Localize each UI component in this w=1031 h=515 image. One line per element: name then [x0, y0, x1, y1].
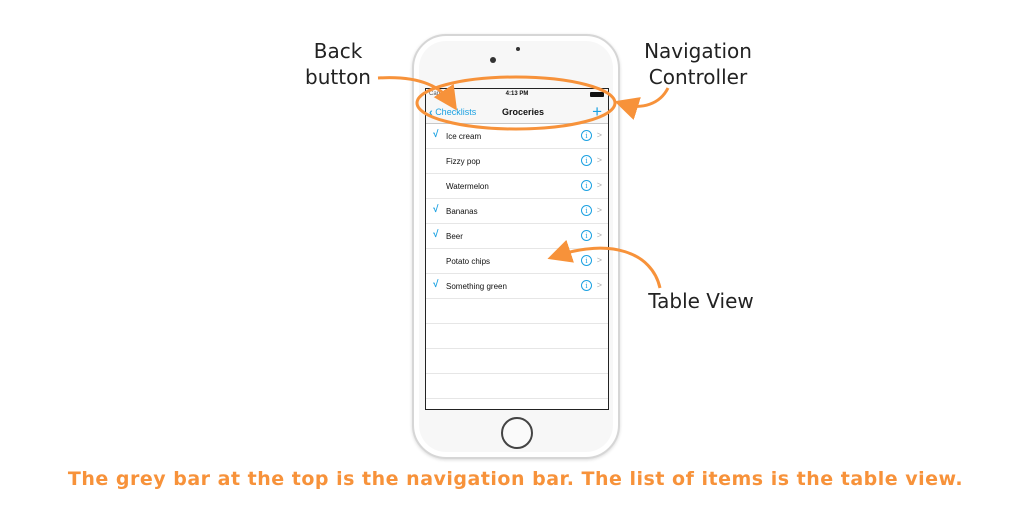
chevron-right-icon: >: [596, 255, 602, 265]
info-icon[interactable]: i: [581, 155, 592, 166]
checkmark-icon: √: [433, 129, 439, 140]
front-camera: [490, 57, 496, 63]
phone-screen: Carrier 4:13 PM ‹ Checklists Groceries +…: [425, 88, 609, 410]
info-icon[interactable]: i: [581, 180, 592, 191]
status-bar: Carrier 4:13 PM: [426, 89, 608, 101]
item-label: Watermelon: [446, 182, 489, 191]
item-label: Something green: [446, 282, 507, 291]
info-icon[interactable]: i: [581, 230, 592, 241]
chevron-right-icon: >: [596, 280, 602, 290]
table-row[interactable]: √ Ice cream i >: [426, 124, 608, 149]
nav-title: Groceries: [501, 107, 545, 117]
info-icon[interactable]: i: [581, 205, 592, 216]
table-row[interactable]: Potato chips i >: [426, 249, 608, 274]
navigation-bar: ‹ Checklists Groceries +: [426, 101, 608, 124]
empty-table-row: [426, 324, 608, 349]
table-row[interactable]: Fizzy pop i >: [426, 149, 608, 174]
empty-table-row: [426, 374, 608, 399]
table-row[interactable]: √ Something green i >: [426, 274, 608, 299]
empty-table-row: [426, 399, 608, 409]
checkmark-icon: √: [433, 229, 439, 240]
item-label: Fizzy pop: [446, 157, 481, 166]
back-button-callout: Back button: [305, 39, 371, 89]
navigation-controller-arrow: [614, 87, 670, 120]
camera-dot: [516, 47, 520, 51]
iphone-device: Carrier 4:13 PM ‹ Checklists Groceries +…: [412, 34, 620, 459]
table-view: √ Ice cream i > Fizzy pop i > Watermelon i > √ Bana…: [426, 124, 608, 409]
table-row[interactable]: √ Beer i >: [426, 224, 608, 249]
chevron-right-icon: >: [596, 155, 602, 165]
chevron-right-icon: >: [596, 130, 602, 140]
item-label: Potato chips: [446, 257, 491, 266]
item-label: Beer: [446, 232, 463, 241]
home-button[interactable]: [501, 417, 533, 449]
chevron-right-icon: >: [596, 205, 602, 215]
item-label: Bananas: [446, 207, 478, 216]
table-row[interactable]: √ Bananas i >: [426, 199, 608, 224]
chevron-right-icon: >: [596, 230, 602, 240]
empty-table-row: [426, 299, 608, 324]
info-icon[interactable]: i: [581, 280, 592, 291]
status-time: 4:13 PM: [505, 91, 529, 97]
table-view-callout: Table View: [648, 289, 754, 313]
plus-icon[interactable]: +: [592, 102, 602, 122]
navigation-controller-callout: Navigation Controller: [644, 39, 752, 89]
checkmark-icon: √: [433, 279, 439, 290]
info-icon[interactable]: i: [581, 255, 592, 266]
table-row[interactable]: Watermelon i >: [426, 174, 608, 199]
checkmark-icon: √: [433, 204, 439, 215]
caption: The grey bar at the top is the navigatio…: [67, 468, 964, 490]
item-label: Ice cream: [446, 132, 482, 141]
battery-icon: [590, 92, 604, 97]
chevron-right-icon: >: [596, 180, 602, 190]
empty-table-row: [426, 349, 608, 374]
info-icon[interactable]: i: [581, 130, 592, 141]
